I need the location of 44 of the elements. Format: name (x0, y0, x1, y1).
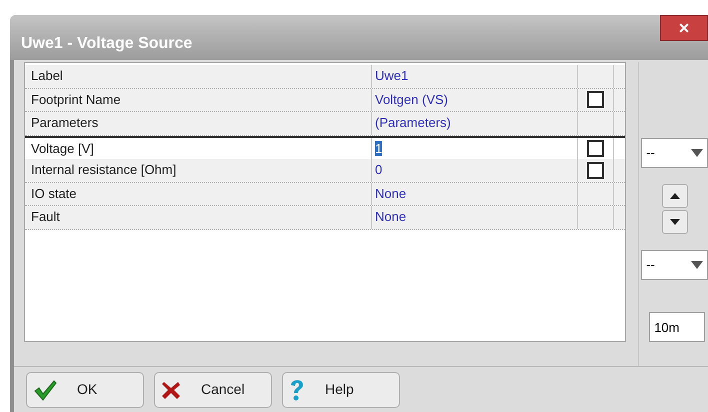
table-row[interactable]: Voltage [V] 1 (25, 136, 626, 159)
input-field[interactable]: 10m (649, 312, 706, 342)
property-value[interactable]: Uwe1 (371, 65, 577, 88)
checkbox[interactable] (587, 91, 604, 108)
checkbox[interactable] (587, 140, 604, 157)
table-cell (577, 206, 614, 228)
property-value[interactable]: (Parameters) (371, 112, 577, 134)
ok-button[interactable]: OK (26, 372, 144, 408)
spin-up-button[interactable] (662, 184, 688, 208)
table-row[interactable]: Parameters (Parameters) (25, 112, 626, 136)
question-mark-icon (289, 378, 305, 402)
close-button[interactable]: × (660, 15, 708, 41)
property-label: Voltage [V] (30, 140, 95, 158)
table-cell (577, 112, 614, 134)
cancel-button[interactable]: Cancel (154, 372, 272, 408)
table-row[interactable]: IO state None (25, 182, 626, 206)
checkmark-icon (33, 378, 57, 400)
property-label: Fault (30, 208, 61, 226)
down-arrow-icon (670, 219, 680, 225)
property-value[interactable]: None (371, 182, 577, 205)
table-row[interactable]: Fault None (25, 206, 626, 230)
table-row[interactable]: Label Uwe1 (25, 65, 626, 88)
table-cell (577, 182, 614, 205)
property-value[interactable]: Voltgen (VS) (371, 88, 577, 111)
property-label: Footprint Name (30, 90, 122, 109)
property-label: Parameters (30, 114, 100, 132)
checkbox[interactable] (587, 162, 604, 179)
property-label: IO state (30, 184, 78, 202)
table-row[interactable]: Internal resistance [Ohm] 0 (25, 159, 626, 182)
table-cell (577, 65, 614, 88)
dropdown[interactable]: -- (641, 138, 708, 168)
property-label: Label (30, 67, 64, 85)
cross-icon (161, 380, 181, 400)
property-value[interactable]: 0 (371, 159, 577, 182)
spin-down-button[interactable] (662, 210, 688, 234)
dropdown[interactable]: -- (641, 250, 708, 280)
caret-icon (691, 149, 703, 157)
up-arrow-icon (670, 193, 680, 199)
table-row[interactable]: Footprint Name Voltgen (VS) (25, 88, 626, 112)
help-button[interactable]: Help (282, 372, 400, 408)
property-value[interactable]: None (371, 206, 577, 228)
caret-icon (691, 261, 703, 269)
window-title: Uwe1 - Voltage Source (21, 34, 192, 54)
property-label: Internal resistance [Ohm] (30, 161, 178, 179)
